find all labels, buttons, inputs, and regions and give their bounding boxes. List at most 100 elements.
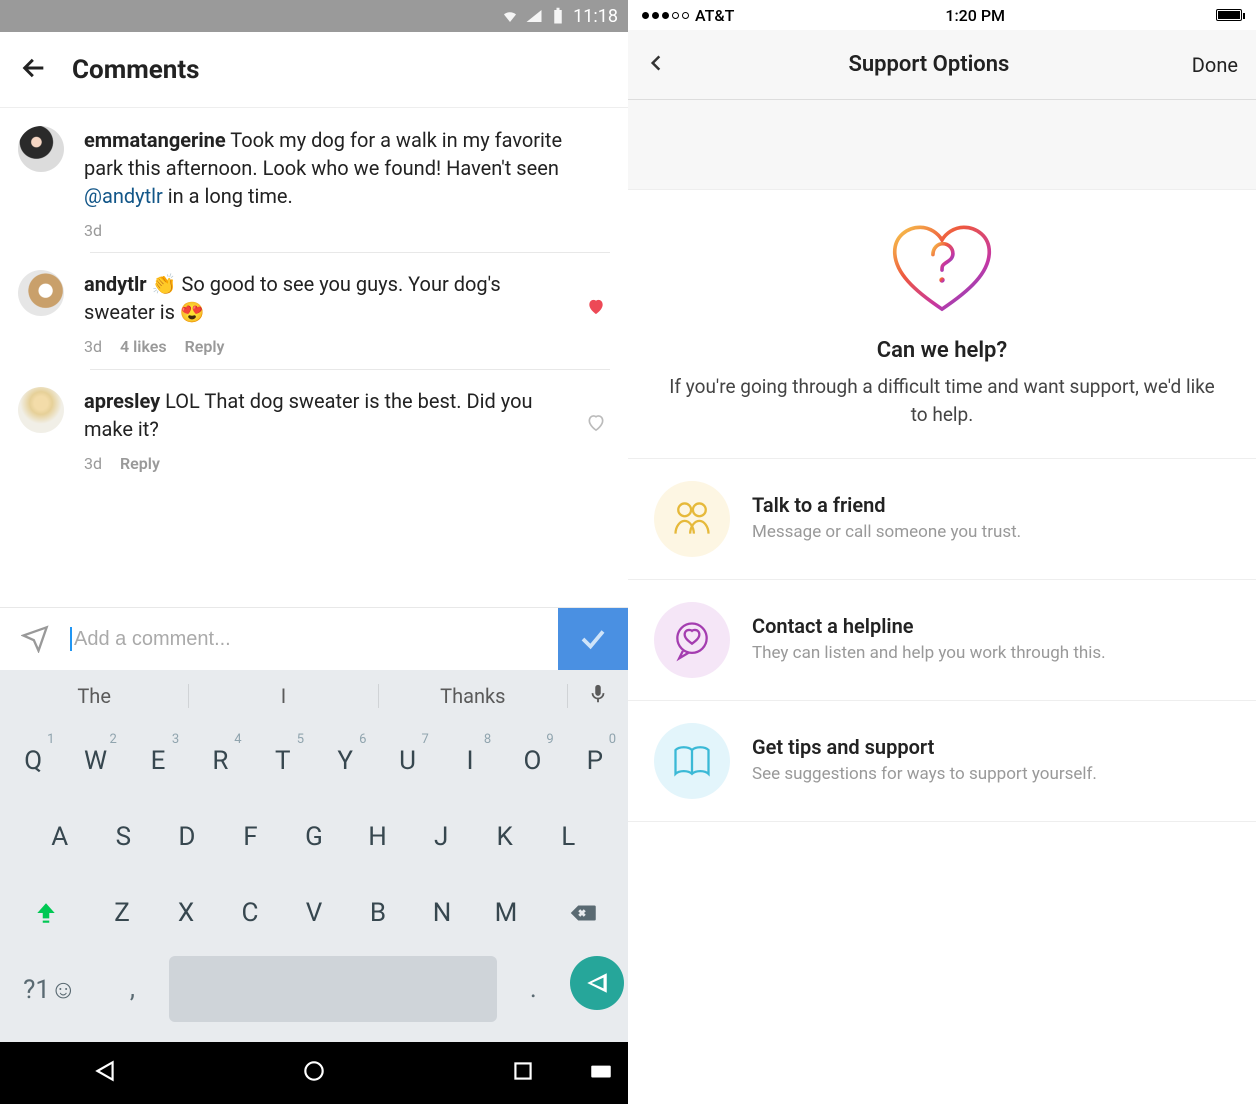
ios-phone: AT&T 1:20 PM Support Options Done bbox=[628, 0, 1256, 1104]
username[interactable]: emmatangerine bbox=[84, 128, 226, 152]
direct-share-icon[interactable] bbox=[0, 625, 70, 653]
comment-text: apresley LOL That dog sweater is the bes… bbox=[84, 387, 610, 475]
microphone-icon[interactable] bbox=[568, 683, 628, 710]
key-u[interactable]: U7 bbox=[378, 728, 436, 794]
key-l[interactable]: L bbox=[538, 804, 598, 870]
key-w[interactable]: W2 bbox=[66, 728, 124, 794]
key-k[interactable]: K bbox=[475, 804, 535, 870]
key-z[interactable]: Z bbox=[92, 880, 152, 946]
submit-button[interactable] bbox=[558, 608, 628, 670]
keyboard-row-2: A S D F G H J K L bbox=[4, 804, 624, 870]
ios-status-bar: AT&T 1:20 PM bbox=[628, 0, 1256, 30]
likes-count[interactable]: 4 likes bbox=[120, 336, 167, 358]
comment-input[interactable] bbox=[74, 610, 558, 669]
battery-icon bbox=[1216, 9, 1242, 21]
text-cursor bbox=[70, 627, 72, 651]
nav-keyboard-icon[interactable] bbox=[588, 1058, 614, 1088]
nav-recents-icon[interactable] bbox=[510, 1058, 536, 1088]
space-key[interactable] bbox=[169, 956, 496, 1022]
key-e[interactable]: E3 bbox=[129, 728, 187, 794]
book-icon bbox=[654, 723, 730, 799]
comment-item: emmatangerine Took my dog for a walk in … bbox=[0, 108, 628, 252]
key-v[interactable]: V bbox=[284, 880, 344, 946]
enter-key[interactable] bbox=[570, 956, 624, 1010]
key-d[interactable]: D bbox=[157, 804, 217, 870]
android-nav-bar bbox=[0, 1042, 628, 1104]
option-title: Talk to a friend bbox=[752, 493, 1021, 517]
battery-icon bbox=[549, 7, 567, 25]
suggestion[interactable]: I bbox=[189, 684, 378, 708]
keyboard-row-1: Q1 W2 E3 R4 T5 Y6 U7 I8 O9 P0 bbox=[4, 728, 624, 794]
key-g[interactable]: G bbox=[284, 804, 344, 870]
symbol-key[interactable]: ?1☺ bbox=[4, 956, 96, 1022]
shift-key[interactable] bbox=[4, 880, 88, 946]
support-hero: Can we help? If you're going through a d… bbox=[628, 190, 1256, 458]
timestamp: 3d bbox=[84, 453, 102, 475]
keyboard-row-3: Z X C V B N M bbox=[4, 880, 624, 946]
key-p[interactable]: P0 bbox=[566, 728, 624, 794]
username[interactable]: andytlr bbox=[84, 272, 147, 296]
key-n[interactable]: N bbox=[412, 880, 472, 946]
suggestion[interactable]: The bbox=[0, 684, 189, 708]
option-subtitle: Message or call someone you trust. bbox=[752, 521, 1021, 545]
heart-question-icon bbox=[887, 220, 997, 320]
key-h[interactable]: H bbox=[348, 804, 408, 870]
option-title: Contact a helpline bbox=[752, 614, 1106, 638]
mention-link[interactable]: @andytlr bbox=[84, 184, 163, 208]
chat-heart-icon bbox=[654, 602, 730, 678]
key-q[interactable]: Q1 bbox=[4, 728, 62, 794]
nav-back-icon[interactable] bbox=[92, 1058, 118, 1088]
key-x[interactable]: X bbox=[156, 880, 216, 946]
compose-bar bbox=[0, 607, 628, 670]
avatar[interactable] bbox=[18, 270, 64, 316]
android-status-bar: 11:18 bbox=[0, 0, 628, 32]
avatar[interactable] bbox=[18, 126, 64, 172]
key-a[interactable]: A bbox=[30, 804, 90, 870]
key-t[interactable]: T5 bbox=[254, 728, 312, 794]
avatar[interactable] bbox=[18, 387, 64, 433]
key-j[interactable]: J bbox=[411, 804, 471, 870]
keyboard: The I Thanks Q1 W2 E3 R4 T5 Y6 U7 I8 O9 … bbox=[0, 670, 628, 1042]
comment-meta: 3d bbox=[84, 220, 574, 242]
clock-text: 1:20 PM bbox=[945, 6, 1005, 25]
comment-text: emmatangerine Took my dog for a walk in … bbox=[84, 126, 610, 242]
comma-key[interactable]: , bbox=[100, 956, 165, 1022]
key-s[interactable]: S bbox=[94, 804, 154, 870]
signal-icon bbox=[525, 7, 543, 25]
like-button[interactable] bbox=[586, 413, 606, 437]
page-title: Support Options bbox=[848, 52, 1009, 77]
reply-button[interactable]: Reply bbox=[120, 453, 160, 475]
wifi-icon bbox=[501, 7, 519, 25]
suggestion[interactable]: Thanks bbox=[379, 684, 568, 708]
key-y[interactable]: Y6 bbox=[316, 728, 374, 794]
timestamp: 3d bbox=[84, 336, 102, 358]
friends-icon bbox=[654, 481, 730, 557]
comment-meta: 3d 4 likes Reply bbox=[84, 336, 574, 358]
timestamp: 3d bbox=[84, 220, 102, 242]
back-button[interactable] bbox=[20, 54, 48, 86]
support-options-list: Talk to a friend Message or call someone… bbox=[628, 458, 1256, 822]
key-c[interactable]: C bbox=[220, 880, 280, 946]
key-r[interactable]: R4 bbox=[191, 728, 249, 794]
clock-text: 11:18 bbox=[573, 6, 618, 27]
option-tips[interactable]: Get tips and support See suggestions for… bbox=[628, 700, 1256, 822]
option-subtitle: See suggestions for ways to support your… bbox=[752, 763, 1097, 787]
android-phone: 11:18 Comments emmatangerine Took my dog… bbox=[0, 0, 628, 1104]
backspace-key[interactable] bbox=[540, 880, 624, 946]
username[interactable]: apresley bbox=[84, 389, 160, 413]
key-m[interactable]: M bbox=[476, 880, 536, 946]
key-f[interactable]: F bbox=[221, 804, 281, 870]
header-spacer bbox=[628, 100, 1256, 190]
done-button[interactable]: Done bbox=[1192, 53, 1238, 77]
reply-button[interactable]: Reply bbox=[185, 336, 225, 358]
option-helpline[interactable]: Contact a helpline They can listen and h… bbox=[628, 579, 1256, 700]
nav-home-icon[interactable] bbox=[301, 1058, 327, 1088]
key-b[interactable]: B bbox=[348, 880, 408, 946]
key-o[interactable]: O9 bbox=[503, 728, 561, 794]
option-talk-friend[interactable]: Talk to a friend Message or call someone… bbox=[628, 458, 1256, 579]
signal-dots-icon bbox=[642, 12, 689, 19]
like-button[interactable] bbox=[586, 296, 606, 320]
back-button[interactable] bbox=[646, 48, 666, 82]
key-i[interactable]: I8 bbox=[441, 728, 499, 794]
period-key[interactable]: . bbox=[501, 956, 566, 1022]
